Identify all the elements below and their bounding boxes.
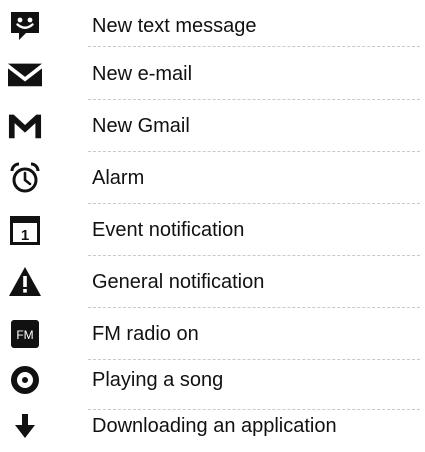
item-label: Playing a song xyxy=(92,369,224,391)
list-item-new-text-message: New text message xyxy=(0,0,425,52)
fm-text: FM xyxy=(16,328,33,342)
calendar-day: 1 xyxy=(21,227,29,244)
list-item-alarm: Alarm xyxy=(0,152,425,204)
item-label: Downloading an application xyxy=(92,415,337,437)
list-item-event-notification: 1 Event notification xyxy=(0,204,425,256)
calendar-icon: 1 xyxy=(8,213,42,247)
list-item-fm-radio-on: FM FM radio on xyxy=(0,308,425,360)
item-label: Alarm xyxy=(92,167,145,189)
speech-bubble-smiley-icon xyxy=(8,9,42,43)
record-disc-icon xyxy=(8,363,42,397)
item-label: New Gmail xyxy=(92,115,190,137)
item-label: General notification xyxy=(92,271,265,293)
list-item-downloading-an-application: Downloading an application xyxy=(0,400,425,452)
list-item-new-gmail: New Gmail xyxy=(0,100,425,152)
gmail-m-icon xyxy=(8,109,42,143)
item-label: New e-mail xyxy=(92,63,193,85)
warning-triangle-icon xyxy=(8,265,42,299)
list-item-general-notification: General notification xyxy=(0,256,425,308)
envelope-icon xyxy=(8,57,42,91)
item-label: New text message xyxy=(92,15,257,37)
separator xyxy=(88,46,420,47)
download-arrow-icon xyxy=(8,409,42,443)
item-label: FM radio on xyxy=(92,323,199,345)
item-label: Event notification xyxy=(92,219,245,241)
list-item-new-email: New e-mail xyxy=(0,48,425,100)
fm-radio-icon: FM xyxy=(8,317,42,351)
list-item-playing-a-song: Playing a song xyxy=(0,354,425,406)
alarm-clock-icon xyxy=(8,161,42,195)
